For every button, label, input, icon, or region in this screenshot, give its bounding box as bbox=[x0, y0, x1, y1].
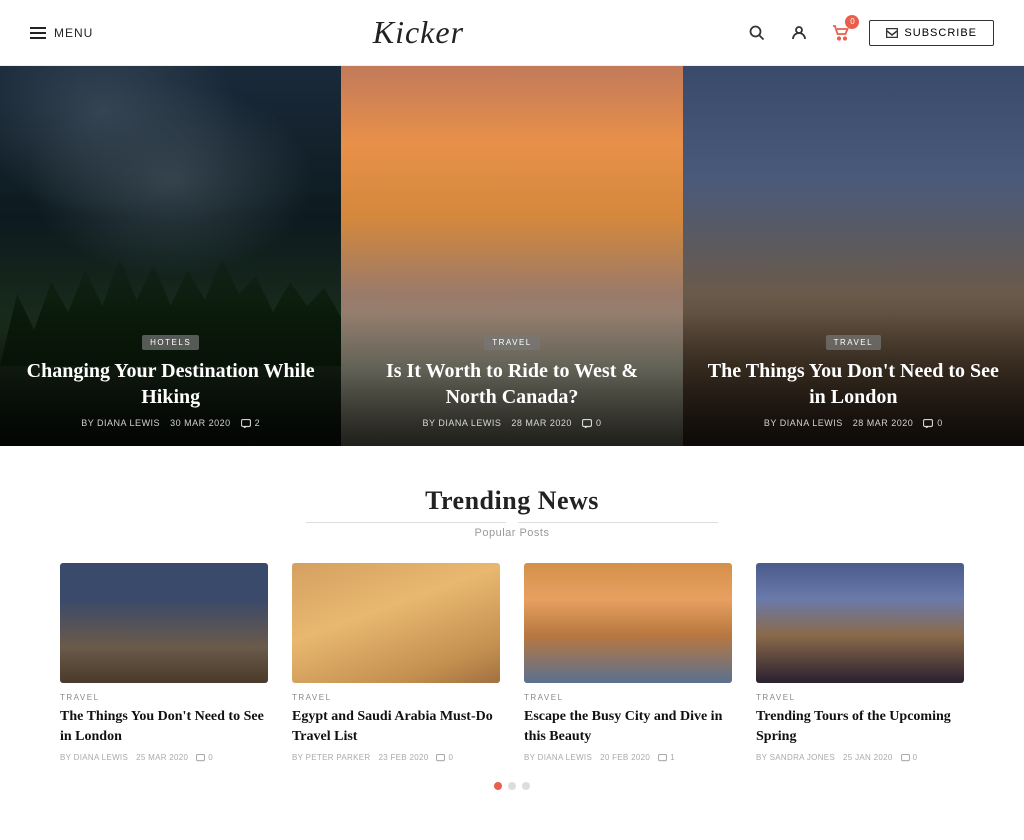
article-2-title: Egypt and Saudi Arabia Must-Do Travel Li… bbox=[292, 707, 500, 746]
hero-card-2-comments: 0 bbox=[582, 418, 602, 428]
article-1-date: 25 MAR 2020 bbox=[136, 753, 188, 762]
hero-card-3-comments: 0 bbox=[923, 418, 943, 428]
article-3-author: BY DIANA LEWIS bbox=[524, 753, 592, 762]
hero-card-1[interactable]: HOTELS Changing Your Destination While H… bbox=[0, 66, 341, 446]
cart-button[interactable]: 0 bbox=[827, 19, 855, 47]
article-1-meta: BY DIANA LEWIS 25 MAR 2020 0 bbox=[60, 753, 268, 762]
pagination-dot-1[interactable] bbox=[494, 782, 502, 790]
article-thumb-1 bbox=[60, 563, 268, 683]
hero-card-2-meta: BY DIANA LEWIS 28 MAR 2020 0 bbox=[365, 418, 658, 428]
hero-card-2-author: BY DIANA LEWIS bbox=[423, 418, 502, 428]
article-4-comments: 0 bbox=[901, 753, 918, 762]
hero-card-3-date: 28 MAR 2020 bbox=[853, 418, 914, 428]
article-3-comments: 1 bbox=[658, 753, 675, 762]
pagination bbox=[60, 782, 964, 810]
article-2-author: BY PETER PARKER bbox=[292, 753, 370, 762]
site-logo[interactable]: Kicker bbox=[373, 14, 464, 51]
article-3-meta: BY DIANA LEWIS 20 FEB 2020 1 bbox=[524, 753, 732, 762]
pagination-dot-3[interactable] bbox=[522, 782, 530, 790]
trending-divider-left bbox=[306, 522, 506, 523]
article-card-1[interactable]: TRAVEL The Things You Don't Need to See … bbox=[60, 563, 268, 762]
hero-card-2-overlay: TRAVEL Is It Worth to Ride to West & Nor… bbox=[341, 312, 682, 446]
article-thumb-2 bbox=[292, 563, 500, 683]
hero-grid: HOTELS Changing Your Destination While H… bbox=[0, 66, 1024, 446]
article-2-meta: BY PETER PARKER 23 FEB 2020 0 bbox=[292, 753, 500, 762]
article-4-author: BY SANDRA JONES bbox=[756, 753, 835, 762]
search-button[interactable] bbox=[743, 19, 771, 47]
trending-divider-right bbox=[518, 522, 718, 523]
hero-card-1-title: Changing Your Destination While Hiking bbox=[24, 358, 317, 410]
header: MENU Kicker 0 bbox=[0, 0, 1024, 66]
hero-card-2-title: Is It Worth to Ride to West & North Cana… bbox=[365, 358, 658, 410]
hero-card-1-comments: 2 bbox=[241, 418, 261, 428]
article-3-category: TRAVEL bbox=[524, 693, 732, 702]
header-actions: 0 SUBSCRIBE bbox=[743, 19, 994, 47]
menu-button[interactable]: MENU bbox=[30, 26, 93, 40]
article-1-category: TRAVEL bbox=[60, 693, 268, 702]
hero-card-2[interactable]: TRAVEL Is It Worth to Ride to West & Nor… bbox=[341, 66, 682, 446]
trending-section: Trending News Popular Posts TRAVEL The T… bbox=[0, 446, 1024, 840]
article-card-4[interactable]: TRAVEL Trending Tours of the Upcoming Sp… bbox=[756, 563, 964, 762]
hero-card-3-meta: BY DIANA LEWIS 28 MAR 2020 0 bbox=[707, 418, 1000, 428]
hero-card-1-overlay: HOTELS Changing Your Destination While H… bbox=[0, 312, 341, 446]
account-button[interactable] bbox=[785, 19, 813, 47]
hero-card-1-date: 30 MAR 2020 bbox=[170, 418, 231, 428]
article-card-2[interactable]: TRAVEL Egypt and Saudi Arabia Must-Do Tr… bbox=[292, 563, 500, 762]
cart-badge: 0 bbox=[845, 15, 859, 29]
hero-card-1-author: BY DIANA LEWIS bbox=[81, 418, 160, 428]
article-4-date: 25 JAN 2020 bbox=[843, 753, 893, 762]
trending-subtitle: Popular Posts bbox=[60, 527, 964, 539]
article-thumb-4 bbox=[756, 563, 964, 683]
hamburger-icon bbox=[30, 27, 46, 39]
article-4-title: Trending Tours of the Upcoming Spring bbox=[756, 707, 964, 746]
hero-card-1-category: HOTELS bbox=[142, 335, 199, 350]
article-4-category: TRAVEL bbox=[756, 693, 964, 702]
hero-card-1-meta: BY DIANA LEWIS 30 MAR 2020 2 bbox=[24, 418, 317, 428]
article-card-3[interactable]: TRAVEL Escape the Busy City and Dive in … bbox=[524, 563, 732, 762]
hero-card-2-date: 28 MAR 2020 bbox=[511, 418, 572, 428]
article-2-comments: 0 bbox=[436, 753, 453, 762]
trending-title: Trending News bbox=[60, 486, 964, 516]
trending-header: Trending News Popular Posts bbox=[60, 486, 964, 539]
hero-card-3-title: The Things You Don't Need to See in Lond… bbox=[707, 358, 1000, 410]
article-thumb-3 bbox=[524, 563, 732, 683]
hero-card-3-category: TRAVEL bbox=[826, 335, 882, 350]
subscribe-label: SUBSCRIBE bbox=[904, 27, 977, 39]
article-1-title: The Things You Don't Need to See in Lond… bbox=[60, 707, 268, 746]
article-4-meta: BY SANDRA JONES 25 JAN 2020 0 bbox=[756, 753, 964, 762]
hero-card-3-overlay: TRAVEL The Things You Don't Need to See … bbox=[683, 312, 1024, 446]
menu-label: MENU bbox=[54, 26, 93, 40]
article-1-comments: 0 bbox=[196, 753, 213, 762]
hero-card-2-category: TRAVEL bbox=[484, 335, 540, 350]
hero-card-3-author: BY DIANA LEWIS bbox=[764, 418, 843, 428]
article-2-category: TRAVEL bbox=[292, 693, 500, 702]
pagination-dot-2[interactable] bbox=[508, 782, 516, 790]
article-1-author: BY DIANA LEWIS bbox=[60, 753, 128, 762]
hero-card-3[interactable]: TRAVEL The Things You Don't Need to See … bbox=[683, 66, 1024, 446]
article-2-date: 23 FEB 2020 bbox=[378, 753, 428, 762]
subscribe-button[interactable]: SUBSCRIBE bbox=[869, 20, 994, 46]
article-3-date: 20 FEB 2020 bbox=[600, 753, 650, 762]
article-3-title: Escape the Busy City and Dive in this Be… bbox=[524, 707, 732, 746]
articles-grid: TRAVEL The Things You Don't Need to See … bbox=[60, 563, 964, 762]
